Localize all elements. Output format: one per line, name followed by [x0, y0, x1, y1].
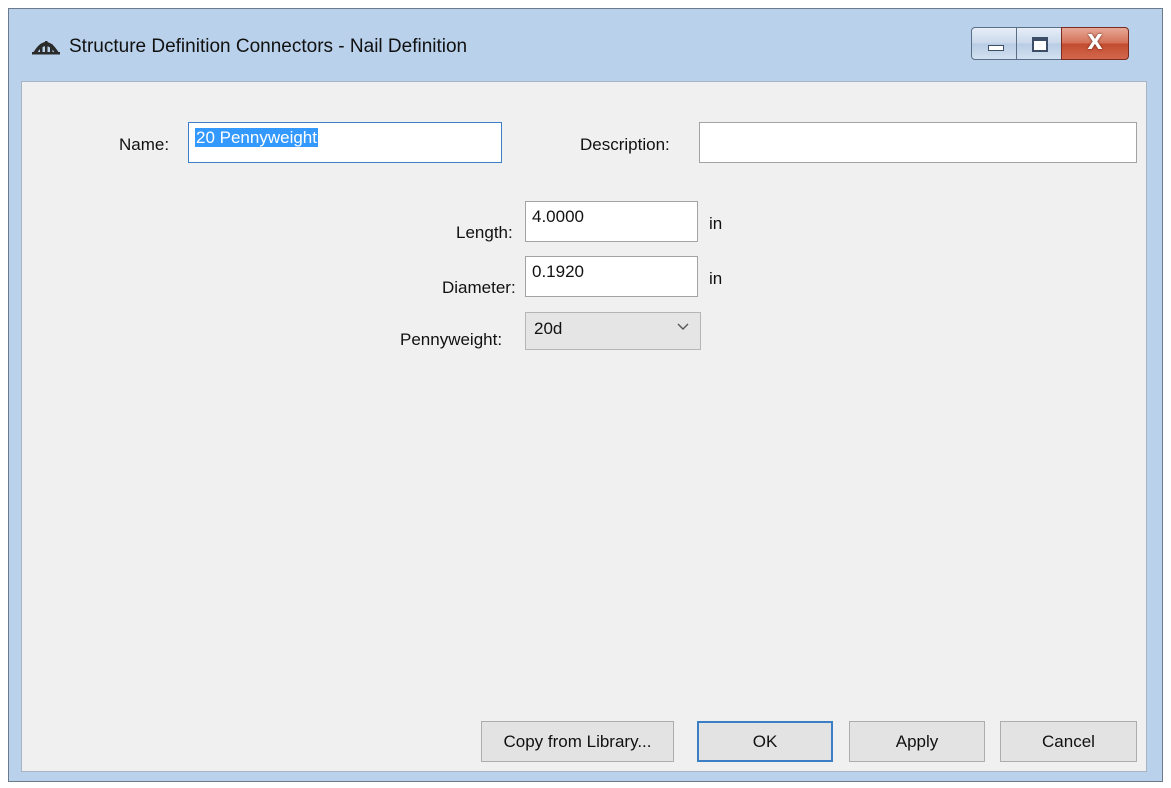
minimize-button[interactable] — [971, 27, 1017, 60]
ok-button[interactable]: OK — [697, 721, 833, 762]
length-input[interactable]: 4.0000 — [525, 201, 698, 242]
window-title: Structure Definition Connectors - Nail D… — [69, 36, 468, 57]
dialog-content: Name: 20 Pennyweight Description: Length… — [21, 81, 1147, 772]
pennyweight-value: 20d — [534, 319, 563, 338]
dialog-window: Structure Definition Connectors - Nail D… — [8, 8, 1163, 782]
diameter-label: Diameter: — [442, 278, 516, 297]
name-input[interactable]: 20 Pennyweight — [188, 122, 502, 163]
pennyweight-select[interactable]: 20d — [525, 312, 701, 350]
pennyweight-label: Pennyweight: — [400, 330, 503, 349]
bridge-app-icon — [32, 41, 60, 55]
description-label: Description: — [580, 135, 670, 154]
copy-from-library-button[interactable]: Copy from Library... — [481, 721, 674, 762]
diameter-unit: in — [709, 269, 723, 288]
length-label: Length: — [456, 223, 513, 242]
length-unit: in — [709, 214, 723, 233]
close-icon: X — [1087, 30, 1103, 54]
name-label: Name: — [119, 135, 170, 154]
cancel-button[interactable]: Cancel — [1000, 721, 1137, 762]
name-input-value: 20 Pennyweight — [195, 128, 318, 147]
maximize-icon — [1032, 37, 1048, 52]
description-input[interactable] — [699, 122, 1137, 163]
chevron-down-icon — [677, 323, 689, 330]
diameter-input[interactable]: 0.1920 — [525, 256, 698, 297]
maximize-button[interactable] — [1016, 27, 1062, 60]
minimize-icon — [988, 45, 1004, 51]
title-bar[interactable]: Structure Definition Connectors - Nail D… — [9, 9, 1162, 81]
apply-button[interactable]: Apply — [849, 721, 985, 762]
close-button[interactable]: X — [1061, 27, 1129, 60]
